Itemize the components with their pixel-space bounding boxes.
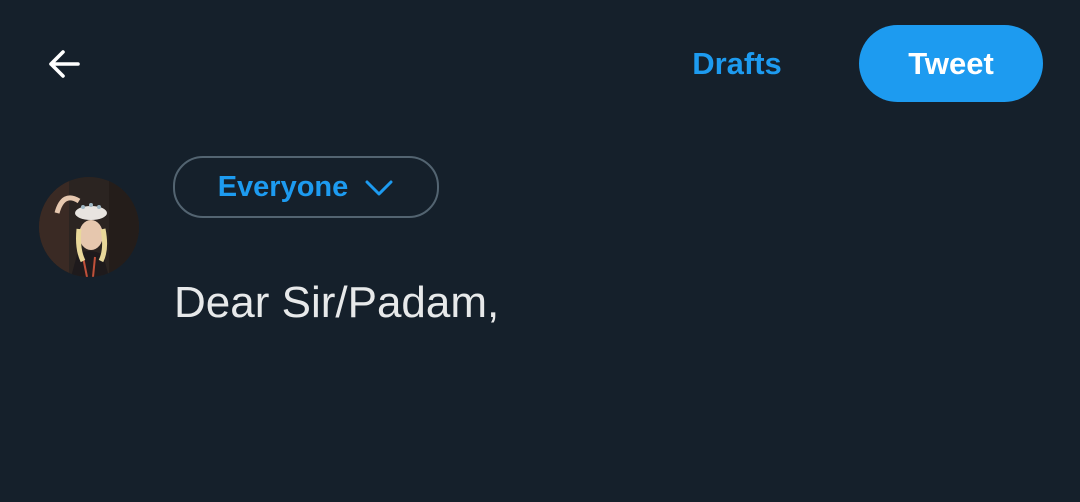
- tweet-text-input[interactable]: Dear Sir/Padam,: [174, 275, 1034, 331]
- audience-selector[interactable]: Everyone: [173, 156, 439, 218]
- arrow-left-icon: [44, 44, 84, 89]
- tweet-button[interactable]: Tweet: [859, 25, 1043, 102]
- audience-label: Everyone: [217, 170, 349, 203]
- drafts-button[interactable]: Drafts: [672, 40, 802, 88]
- avatar[interactable]: [39, 177, 139, 277]
- back-button[interactable]: [38, 40, 90, 92]
- chevron-down-icon: [364, 179, 394, 197]
